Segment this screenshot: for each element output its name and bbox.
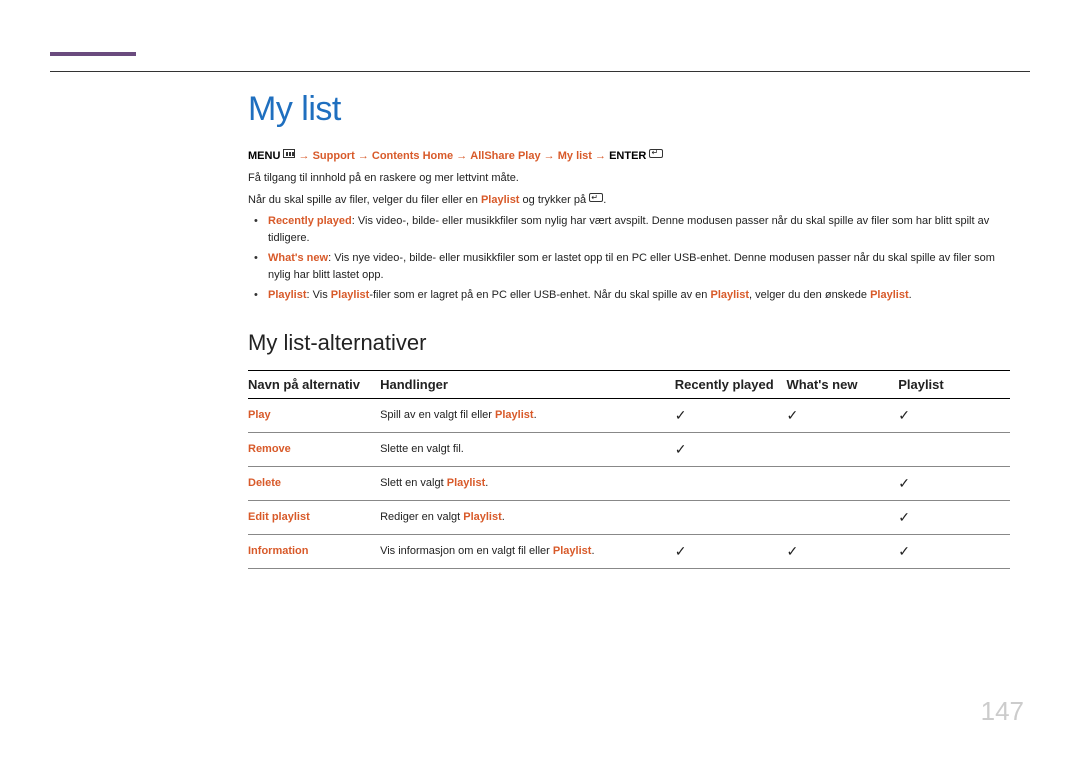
header-accent-bar [50,52,136,56]
content-area: My list MENU → Support → Contents Home →… [248,90,1010,569]
page-title: My list [248,90,1010,129]
bc-arrow: → [358,150,369,162]
th-recently: Recently played [675,370,787,398]
th-name: Navn på alternativ [248,370,380,398]
bullet-recently-played: Recently played: Vis video-, bilde- elle… [268,213,1010,246]
header-rule [50,71,1030,72]
bc-arrow: → [595,150,606,162]
check-cell: ✓ [675,534,787,568]
table-row: InformationVis informasjon om en valgt f… [248,534,1010,568]
menu-icon [283,149,295,158]
intro-l2c: og trykker på [519,194,589,206]
b3c: , velger du den ønskede [749,289,870,301]
bc-enter: ENTER [609,150,646,162]
check-cell: ✓ [675,398,787,432]
check-cell: ✓ [898,500,1010,534]
check-cell: ✓ [898,534,1010,568]
check-cell [675,500,787,534]
check-cell [786,500,898,534]
bullet-playlist: Playlist: Vis Playlist-filer som er lagr… [268,287,1010,304]
bullet-title: What's new [268,252,328,264]
th-playlist: Playlist [898,370,1010,398]
subheading: My list-alternativer [248,330,1010,356]
breadcrumb: MENU → Support → Contents Home → AllShar… [248,149,1010,162]
bc-arrow: → [456,150,467,162]
th-actions: Handlinger [380,370,675,398]
th-whatsnew: What's new [786,370,898,398]
row-action: Slett en valgt Playlist. [380,466,675,500]
check-cell: ✓ [786,534,898,568]
row-name: Edit playlist [248,500,380,534]
check-cell [786,466,898,500]
table-body: PlaySpill av en valgt fil eller Playlist… [248,398,1010,568]
row-name: Information [248,534,380,568]
page-number: 147 [981,696,1024,727]
b3a: : Vis [307,289,331,301]
bc-arrow: → [544,150,555,162]
page: My list MENU → Support → Contents Home →… [0,0,1080,763]
table-row: Edit playlistRediger en valgt Playlist. ✓ [248,500,1010,534]
bc-contents-home: Contents Home [372,150,453,162]
row-action: Slette en valgt fil. [380,432,675,466]
bullet-list: Recently played: Vis video-, bilde- elle… [248,213,1010,304]
bc-mylist: My list [558,150,592,162]
enter-icon [649,149,663,158]
b3k2: Playlist [710,289,749,301]
row-action: Rediger en valgt Playlist. [380,500,675,534]
check-cell [898,432,1010,466]
bc-menu: MENU [248,150,280,162]
check-cell: ✓ [898,466,1010,500]
table-row: RemoveSlette en valgt fil.✓ [248,432,1010,466]
check-cell [675,466,787,500]
bullet-title: Playlist [268,289,307,301]
enter-icon [589,193,603,202]
table-header-row: Navn på alternativ Handlinger Recently p… [248,370,1010,398]
check-cell [786,432,898,466]
intro-l2-playlist: Playlist [481,194,520,206]
intro-line2: Når du skal spille av filer, velger du f… [248,192,1010,210]
intro-line1: Få tilgang til innhold på en raskere og … [248,170,1010,188]
bullet-rest: : Vis nye video-, bilde- eller musikkfil… [268,252,995,281]
bc-support: Support [313,150,355,162]
intro-dot: . [603,194,606,206]
b3k3: Playlist [870,289,909,301]
table-row: DeleteSlett en valgt Playlist. ✓ [248,466,1010,500]
bullet-rest: : Vis video-, bilde- eller musikkfiler s… [268,215,989,244]
b3b: -filer som er lagret på en PC eller USB-… [369,289,710,301]
bc-allshare: AllShare Play [470,150,540,162]
check-cell: ✓ [675,432,787,466]
intro-l2a: Når du skal spille av filer, velger du f… [248,194,481,206]
bullet-title: Recently played [268,215,352,227]
check-cell: ✓ [898,398,1010,432]
check-cell: ✓ [786,398,898,432]
row-name: Play [248,398,380,432]
row-name: Remove [248,432,380,466]
b3k1: Playlist [331,289,370,301]
bc-arrow: → [299,150,310,162]
row-action: Vis informasjon om en valgt fil eller Pl… [380,534,675,568]
b3d: . [909,289,912,301]
table-row: PlaySpill av en valgt fil eller Playlist… [248,398,1010,432]
bullet-whats-new: What's new: Vis nye video-, bilde- eller… [268,250,1010,283]
row-name: Delete [248,466,380,500]
row-action: Spill av en valgt fil eller Playlist. [380,398,675,432]
options-table: Navn på alternativ Handlinger Recently p… [248,370,1010,569]
